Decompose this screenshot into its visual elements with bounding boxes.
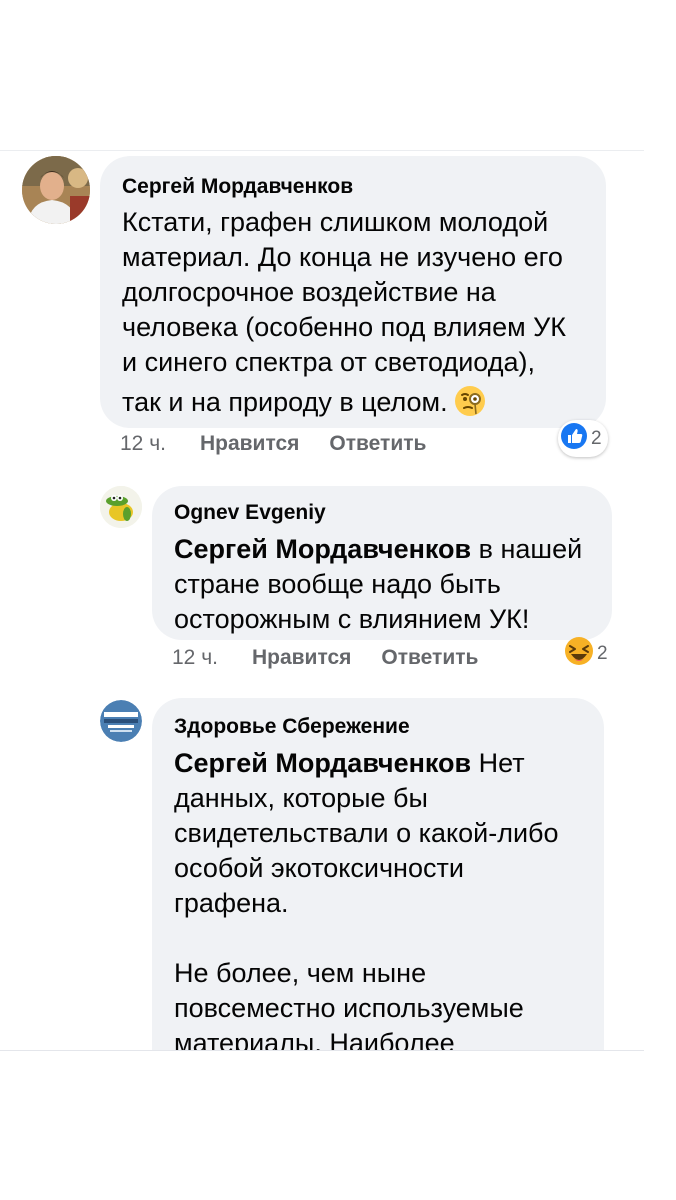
- comments-thread: Сергей Мордавченков Кстати, графен слишк…: [0, 150, 676, 1050]
- comment-bubble: Сергей Мордавченков Кстати, графен слишк…: [100, 156, 606, 428]
- avatar-logo: [100, 700, 142, 742]
- comment-actions: 12 ч. Нравится Ответить: [120, 432, 456, 456]
- comment-author[interactable]: Ognev Evgeniy: [174, 500, 590, 526]
- haha-reaction-icon: [564, 636, 594, 671]
- comment-bubble: Здоровье Сбережение Сергей Мордавченков …: [152, 698, 604, 1050]
- reaction-summary[interactable]: 2: [562, 634, 614, 673]
- avatar-cartoon-crocodile: [100, 486, 142, 528]
- like-reaction-icon: [560, 422, 588, 455]
- mention-link[interactable]: Сергей Мордавченков: [174, 534, 471, 564]
- like-button[interactable]: Нравится: [252, 646, 351, 670]
- reply-button[interactable]: Ответить: [329, 432, 426, 456]
- avatar[interactable]: [100, 486, 142, 528]
- comment-text: Сергей Мордавченков в нашей стране вообщ…: [174, 534, 583, 634]
- comment-text: Кстати, графен слишком молодой материал.…: [122, 205, 584, 426]
- comment-bubble: Ognev Evgeniy Сергей Мордавченков в наше…: [152, 486, 612, 640]
- comment-author[interactable]: Здоровье Сбережение: [174, 714, 582, 740]
- bottom-divider: [0, 1050, 644, 1051]
- reaction-summary[interactable]: 2: [558, 420, 608, 457]
- reaction-count: 2: [597, 642, 608, 664]
- like-button[interactable]: Нравится: [200, 432, 299, 456]
- mention-link[interactable]: Сергей Мордавченков: [174, 748, 471, 778]
- reaction-count: 2: [591, 427, 602, 449]
- avatar[interactable]: [22, 156, 90, 224]
- face-with-monocle-icon: [454, 385, 486, 426]
- comment-author[interactable]: Сергей Мордавченков: [122, 174, 584, 200]
- comment-time[interactable]: 12 ч.: [120, 432, 166, 456]
- comment-time[interactable]: 12 ч.: [172, 646, 218, 670]
- comment-actions: 12 ч. Нравится Ответить: [172, 646, 508, 670]
- comment-text: Сергей Мордавченков Нет данных, которые …: [174, 748, 559, 1050]
- avatar[interactable]: [100, 700, 142, 742]
- avatar-photo: [22, 156, 90, 224]
- reply-button[interactable]: Ответить: [381, 646, 478, 670]
